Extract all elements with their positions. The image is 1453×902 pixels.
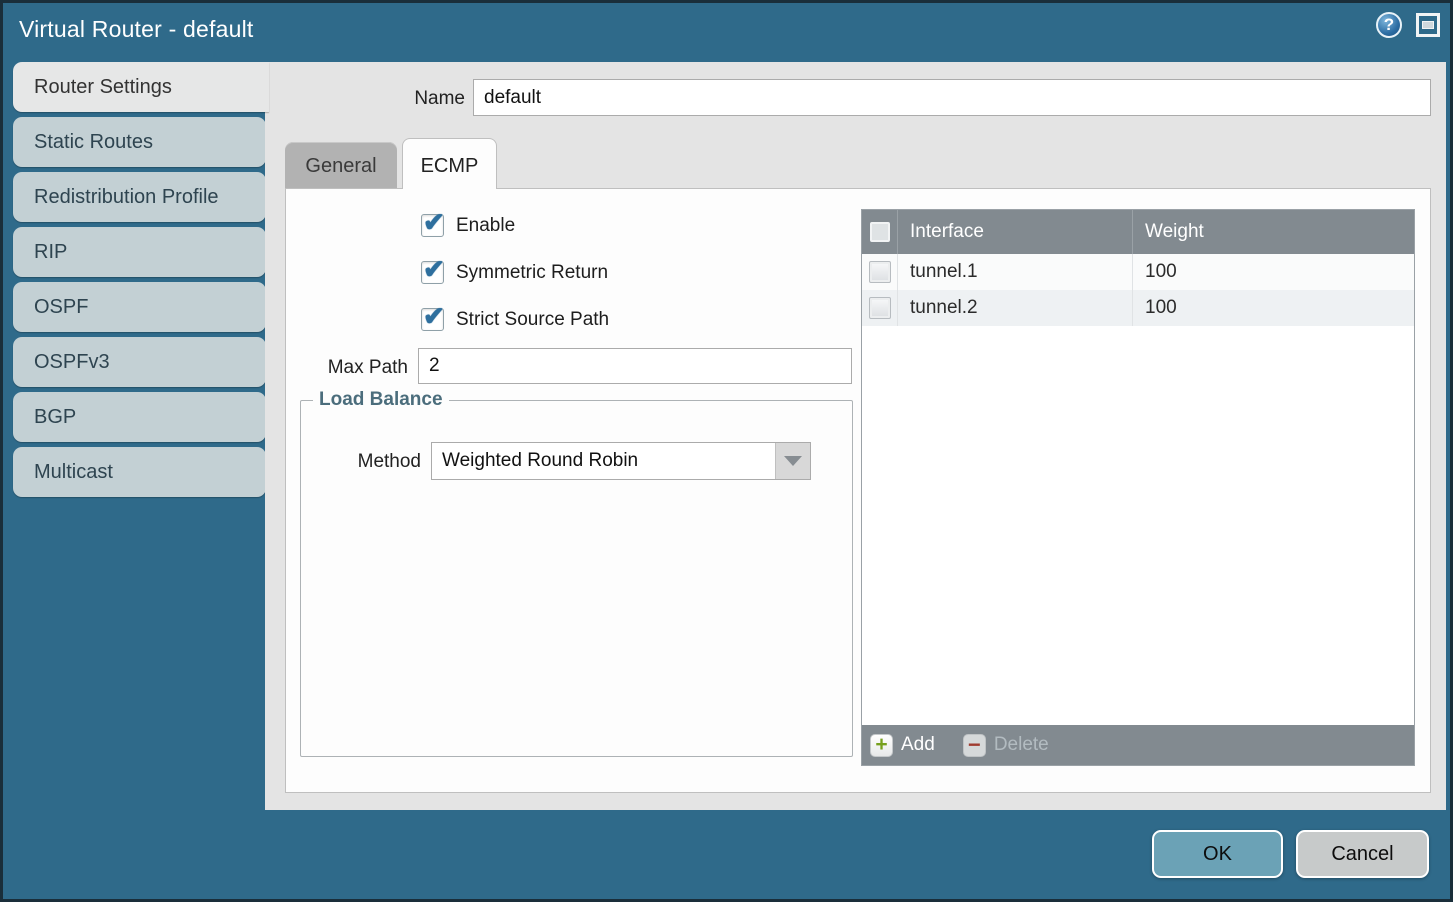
strict-source-path-checkbox-row[interactable]: ✔ Strict Source Path bbox=[421, 308, 609, 331]
checkmark-icon: ✔ bbox=[423, 207, 445, 238]
checkmark-icon: ✔ bbox=[423, 254, 445, 285]
weight-cell: 100 bbox=[1132, 290, 1414, 326]
name-input[interactable] bbox=[473, 79, 1431, 116]
virtual-router-dialog: Virtual Router - default ? Router Settin… bbox=[0, 0, 1453, 902]
load-balance-group: Load Balance Method Weighted Round Robin bbox=[300, 389, 853, 757]
add-button-label: Add bbox=[901, 734, 935, 756]
title-bar: Virtual Router - default ? bbox=[3, 3, 1450, 59]
method-value: Weighted Round Robin bbox=[432, 450, 775, 472]
delete-button-label: Delete bbox=[994, 734, 1049, 756]
weight-column-header: Weight bbox=[1132, 210, 1414, 254]
sidebar: Router Settings Static Routes Redistribu… bbox=[13, 62, 269, 502]
method-dropdown[interactable]: Weighted Round Robin bbox=[431, 442, 811, 480]
sidebar-item-multicast[interactable]: Multicast bbox=[13, 447, 266, 497]
cancel-button[interactable]: Cancel bbox=[1296, 830, 1429, 878]
table-row[interactable]: tunnel.2 100 bbox=[862, 290, 1414, 326]
sidebar-item-ospfv3[interactable]: OSPFv3 bbox=[13, 337, 266, 387]
dialog-title: Virtual Router - default bbox=[19, 16, 254, 43]
interface-weight-table: Interface Weight tunnel.1 100 tunnel.2 1… bbox=[861, 209, 1415, 766]
chevron-down-icon bbox=[784, 456, 802, 466]
table-header: Interface Weight bbox=[862, 210, 1414, 254]
row-checkbox-cell bbox=[862, 290, 898, 326]
interface-cell: tunnel.1 bbox=[898, 261, 1132, 283]
max-path-input[interactable] bbox=[418, 348, 852, 384]
name-label: Name bbox=[365, 88, 465, 110]
enable-checkbox-row[interactable]: ✔ Enable bbox=[421, 214, 515, 237]
header-checkbox-cell bbox=[862, 210, 898, 254]
symmetric-return-checkbox-row[interactable]: ✔ Symmetric Return bbox=[421, 261, 608, 284]
sidebar-item-redistribution-profile[interactable]: Redistribution Profile bbox=[13, 172, 266, 222]
enable-checkbox[interactable]: ✔ bbox=[421, 214, 444, 237]
enable-label: Enable bbox=[456, 215, 515, 237]
dropdown-button[interactable] bbox=[775, 443, 810, 479]
add-button[interactable]: + Add bbox=[870, 734, 935, 757]
minus-icon: − bbox=[963, 734, 986, 757]
interface-cell: tunnel.2 bbox=[898, 297, 1132, 319]
weight-cell: 100 bbox=[1132, 254, 1414, 290]
sidebar-item-ospf[interactable]: OSPF bbox=[13, 282, 266, 332]
interface-column-header: Interface bbox=[898, 221, 1132, 243]
settings-panel: Name General ECMP ✔ Enable ✔ Symmetric R… bbox=[265, 62, 1446, 810]
ecmp-tab-content: ✔ Enable ✔ Symmetric Return ✔ Strict Sou… bbox=[285, 188, 1431, 793]
checkmark-icon: ✔ bbox=[423, 301, 445, 332]
method-label: Method bbox=[301, 451, 421, 473]
row-checkbox-cell bbox=[862, 254, 898, 290]
row-checkbox[interactable] bbox=[869, 261, 891, 283]
symmetric-return-checkbox[interactable]: ✔ bbox=[421, 261, 444, 284]
plus-icon: + bbox=[870, 734, 893, 757]
tab-ecmp[interactable]: ECMP bbox=[402, 138, 497, 189]
sidebar-item-router-settings[interactable]: Router Settings bbox=[13, 62, 269, 112]
tab-general[interactable]: General bbox=[285, 142, 397, 188]
ok-button[interactable]: OK bbox=[1152, 830, 1283, 878]
table-empty-area bbox=[862, 326, 1414, 725]
max-path-label: Max Path bbox=[286, 357, 408, 379]
symmetric-return-label: Symmetric Return bbox=[456, 262, 608, 284]
sidebar-item-rip[interactable]: RIP bbox=[13, 227, 266, 277]
table-row[interactable]: tunnel.1 100 bbox=[862, 254, 1414, 290]
select-all-checkbox[interactable] bbox=[870, 222, 890, 242]
delete-button[interactable]: − Delete bbox=[963, 734, 1049, 757]
restore-window-icon-inner bbox=[1422, 21, 1434, 29]
table-footer: + Add − Delete bbox=[862, 725, 1414, 765]
row-checkbox[interactable] bbox=[869, 297, 891, 319]
sidebar-item-static-routes[interactable]: Static Routes bbox=[13, 117, 266, 167]
restore-window-icon[interactable] bbox=[1416, 13, 1440, 37]
strict-source-path-checkbox[interactable]: ✔ bbox=[421, 308, 444, 331]
help-icon[interactable]: ? bbox=[1376, 12, 1402, 38]
strict-source-path-label: Strict Source Path bbox=[456, 309, 609, 331]
load-balance-legend: Load Balance bbox=[313, 389, 449, 411]
sidebar-item-bgp[interactable]: BGP bbox=[13, 392, 266, 442]
